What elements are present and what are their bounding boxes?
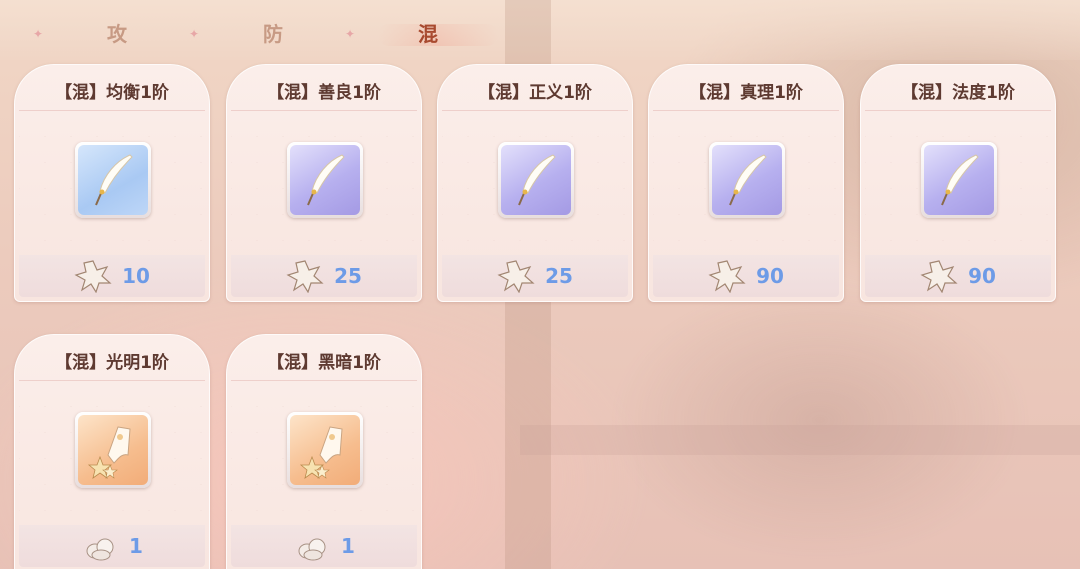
card-title: 【混】正义1阶 xyxy=(442,75,628,111)
category-tabs: ✦ 攻 ✦ 防 ✦ 混 xyxy=(0,0,560,66)
item-icon-frame[interactable] xyxy=(498,142,574,218)
card-cost-bar: 1 xyxy=(19,525,205,567)
star-shard-icon xyxy=(708,260,746,293)
tab-defense[interactable]: 防 xyxy=(213,18,333,50)
card-title: 【混】黑暗1阶 xyxy=(231,345,417,381)
quill-feather-icon xyxy=(290,145,360,215)
cost-amount: 90 xyxy=(756,264,784,288)
tab-mixed[interactable]: 混 xyxy=(368,18,498,50)
quill-feather-icon xyxy=(78,145,148,215)
item-icon-frame[interactable] xyxy=(75,142,151,218)
card-title: 【混】善良1阶 xyxy=(231,75,417,111)
card-cost-bar: 90 xyxy=(653,255,839,297)
cost-amount: 1 xyxy=(341,534,355,558)
card-cost-bar: 10 xyxy=(19,255,205,297)
quill-feather-icon xyxy=(501,145,571,215)
cost-amount: 10 xyxy=(122,264,150,288)
tab-separator-diamond-icon: ✦ xyxy=(189,27,200,41)
tab-attack[interactable]: 攻 xyxy=(57,18,177,50)
cost-amount: 1 xyxy=(129,534,143,558)
card-title: 【混】均衡1阶 xyxy=(19,75,205,111)
item-icon-frame[interactable] xyxy=(709,142,785,218)
item-icon-frame[interactable] xyxy=(921,142,997,218)
crystal-cluster-icon xyxy=(298,538,326,561)
tab-separator-diamond-icon: ✦ xyxy=(33,27,44,41)
item-card-kindness[interactable]: 【混】善良1阶 25 xyxy=(226,64,422,302)
quill-feather-icon xyxy=(924,145,994,215)
item-card-darkness[interactable]: 【混】黑暗1阶 1 xyxy=(226,334,422,569)
item-icon-frame[interactable] xyxy=(75,412,151,488)
card-cost-bar: 25 xyxy=(442,255,628,297)
item-card-truth[interactable]: 【混】真理1阶 90 xyxy=(648,64,844,302)
background-window-sill xyxy=(520,425,1080,455)
crystal-cluster-icon xyxy=(86,538,114,561)
card-title: 【混】真理1阶 xyxy=(653,75,839,111)
card-title: 【混】法度1阶 xyxy=(865,75,1051,111)
card-cost-bar: 1 xyxy=(231,525,417,567)
crystal-scroll-icon xyxy=(78,415,148,485)
item-icon-frame[interactable] xyxy=(287,142,363,218)
card-cost-bar: 90 xyxy=(865,255,1051,297)
card-title: 【混】光明1阶 xyxy=(19,345,205,381)
star-shard-icon xyxy=(74,260,112,293)
cost-amount: 25 xyxy=(545,264,573,288)
star-shard-icon xyxy=(286,260,324,293)
star-shard-icon xyxy=(497,260,535,293)
item-card-law[interactable]: 【混】法度1阶 90 xyxy=(860,64,1056,302)
card-cost-bar: 25 xyxy=(231,255,417,297)
quill-feather-icon xyxy=(712,145,782,215)
crystal-scroll-icon xyxy=(290,415,360,485)
cost-amount: 25 xyxy=(334,264,362,288)
tab-separator-diamond-icon: ✦ xyxy=(345,27,356,41)
item-card-balance[interactable]: 【混】均衡1阶 10 xyxy=(14,64,210,302)
cost-amount: 90 xyxy=(968,264,996,288)
item-icon-frame[interactable] xyxy=(287,412,363,488)
item-card-justice[interactable]: 【混】正义1阶 25 xyxy=(437,64,633,302)
item-card-light[interactable]: 【混】光明1阶 1 xyxy=(14,334,210,569)
star-shard-icon xyxy=(920,260,958,293)
